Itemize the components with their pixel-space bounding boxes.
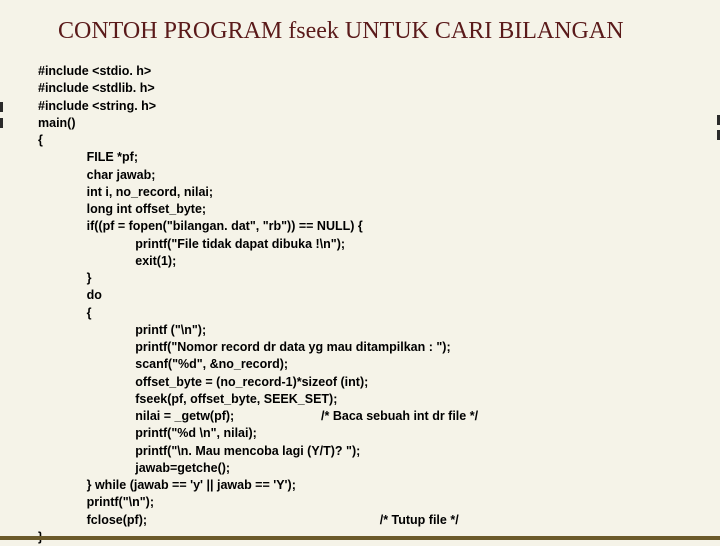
code-line: { — [38, 133, 43, 147]
code-comment: /* Baca sebuah int dr file */ — [321, 409, 478, 423]
code-line: printf ("\n"); — [135, 323, 206, 337]
code-line: nilai = _getw(pf); — [135, 409, 234, 423]
code-line: { — [87, 306, 92, 320]
code-line: main() — [38, 116, 76, 130]
code-line: do — [87, 288, 102, 302]
code-line: printf("\n"); — [87, 495, 154, 509]
code-line: printf("Nomor record dr data yg mau dita… — [135, 340, 450, 354]
code-line: exit(1); — [135, 254, 176, 268]
code-line: long int offset_byte; — [87, 202, 206, 216]
code-line: printf("%d \n", nilai); — [135, 426, 257, 440]
code-line: fseek(pf, offset_byte, SEEK_SET); — [135, 392, 337, 406]
code-line: FILE *pf; — [87, 150, 138, 164]
left-tick-2 — [0, 118, 3, 128]
code-line: int i, no_record, nilai; — [87, 185, 213, 199]
code-line: char jawab; — [87, 168, 156, 182]
code-line: #include <stdio. h> — [38, 64, 151, 78]
code-line: if((pf = fopen("bilangan. dat", "rb")) =… — [87, 219, 363, 233]
code-line: printf("File tidak dapat dibuka !\n"); — [135, 237, 345, 251]
code-line: printf("\n. Mau mencoba lagi (Y/T)? "); — [135, 444, 360, 458]
bottom-decoration — [0, 536, 720, 540]
slide-title: CONTOH PROGRAM fseek UNTUK CARI BILANGAN — [0, 0, 720, 45]
left-tick-1 — [0, 102, 3, 112]
code-line: } while (jawab == 'y' || jawab == 'Y'); — [87, 478, 296, 492]
code-listing: #include <stdio. h> #include <stdlib. h>… — [0, 45, 720, 546]
code-line: #include <string. h> — [38, 99, 156, 113]
code-line: fclose(pf); — [87, 513, 147, 527]
code-line: scanf("%d", &no_record); — [135, 357, 288, 371]
code-line: } — [87, 271, 92, 285]
code-line: jawab=getche(); — [135, 461, 230, 475]
code-line: offset_byte = (no_record-1)*sizeof (int)… — [135, 375, 368, 389]
code-comment: /* Tutup file */ — [380, 513, 459, 527]
code-line: #include <stdlib. h> — [38, 81, 155, 95]
